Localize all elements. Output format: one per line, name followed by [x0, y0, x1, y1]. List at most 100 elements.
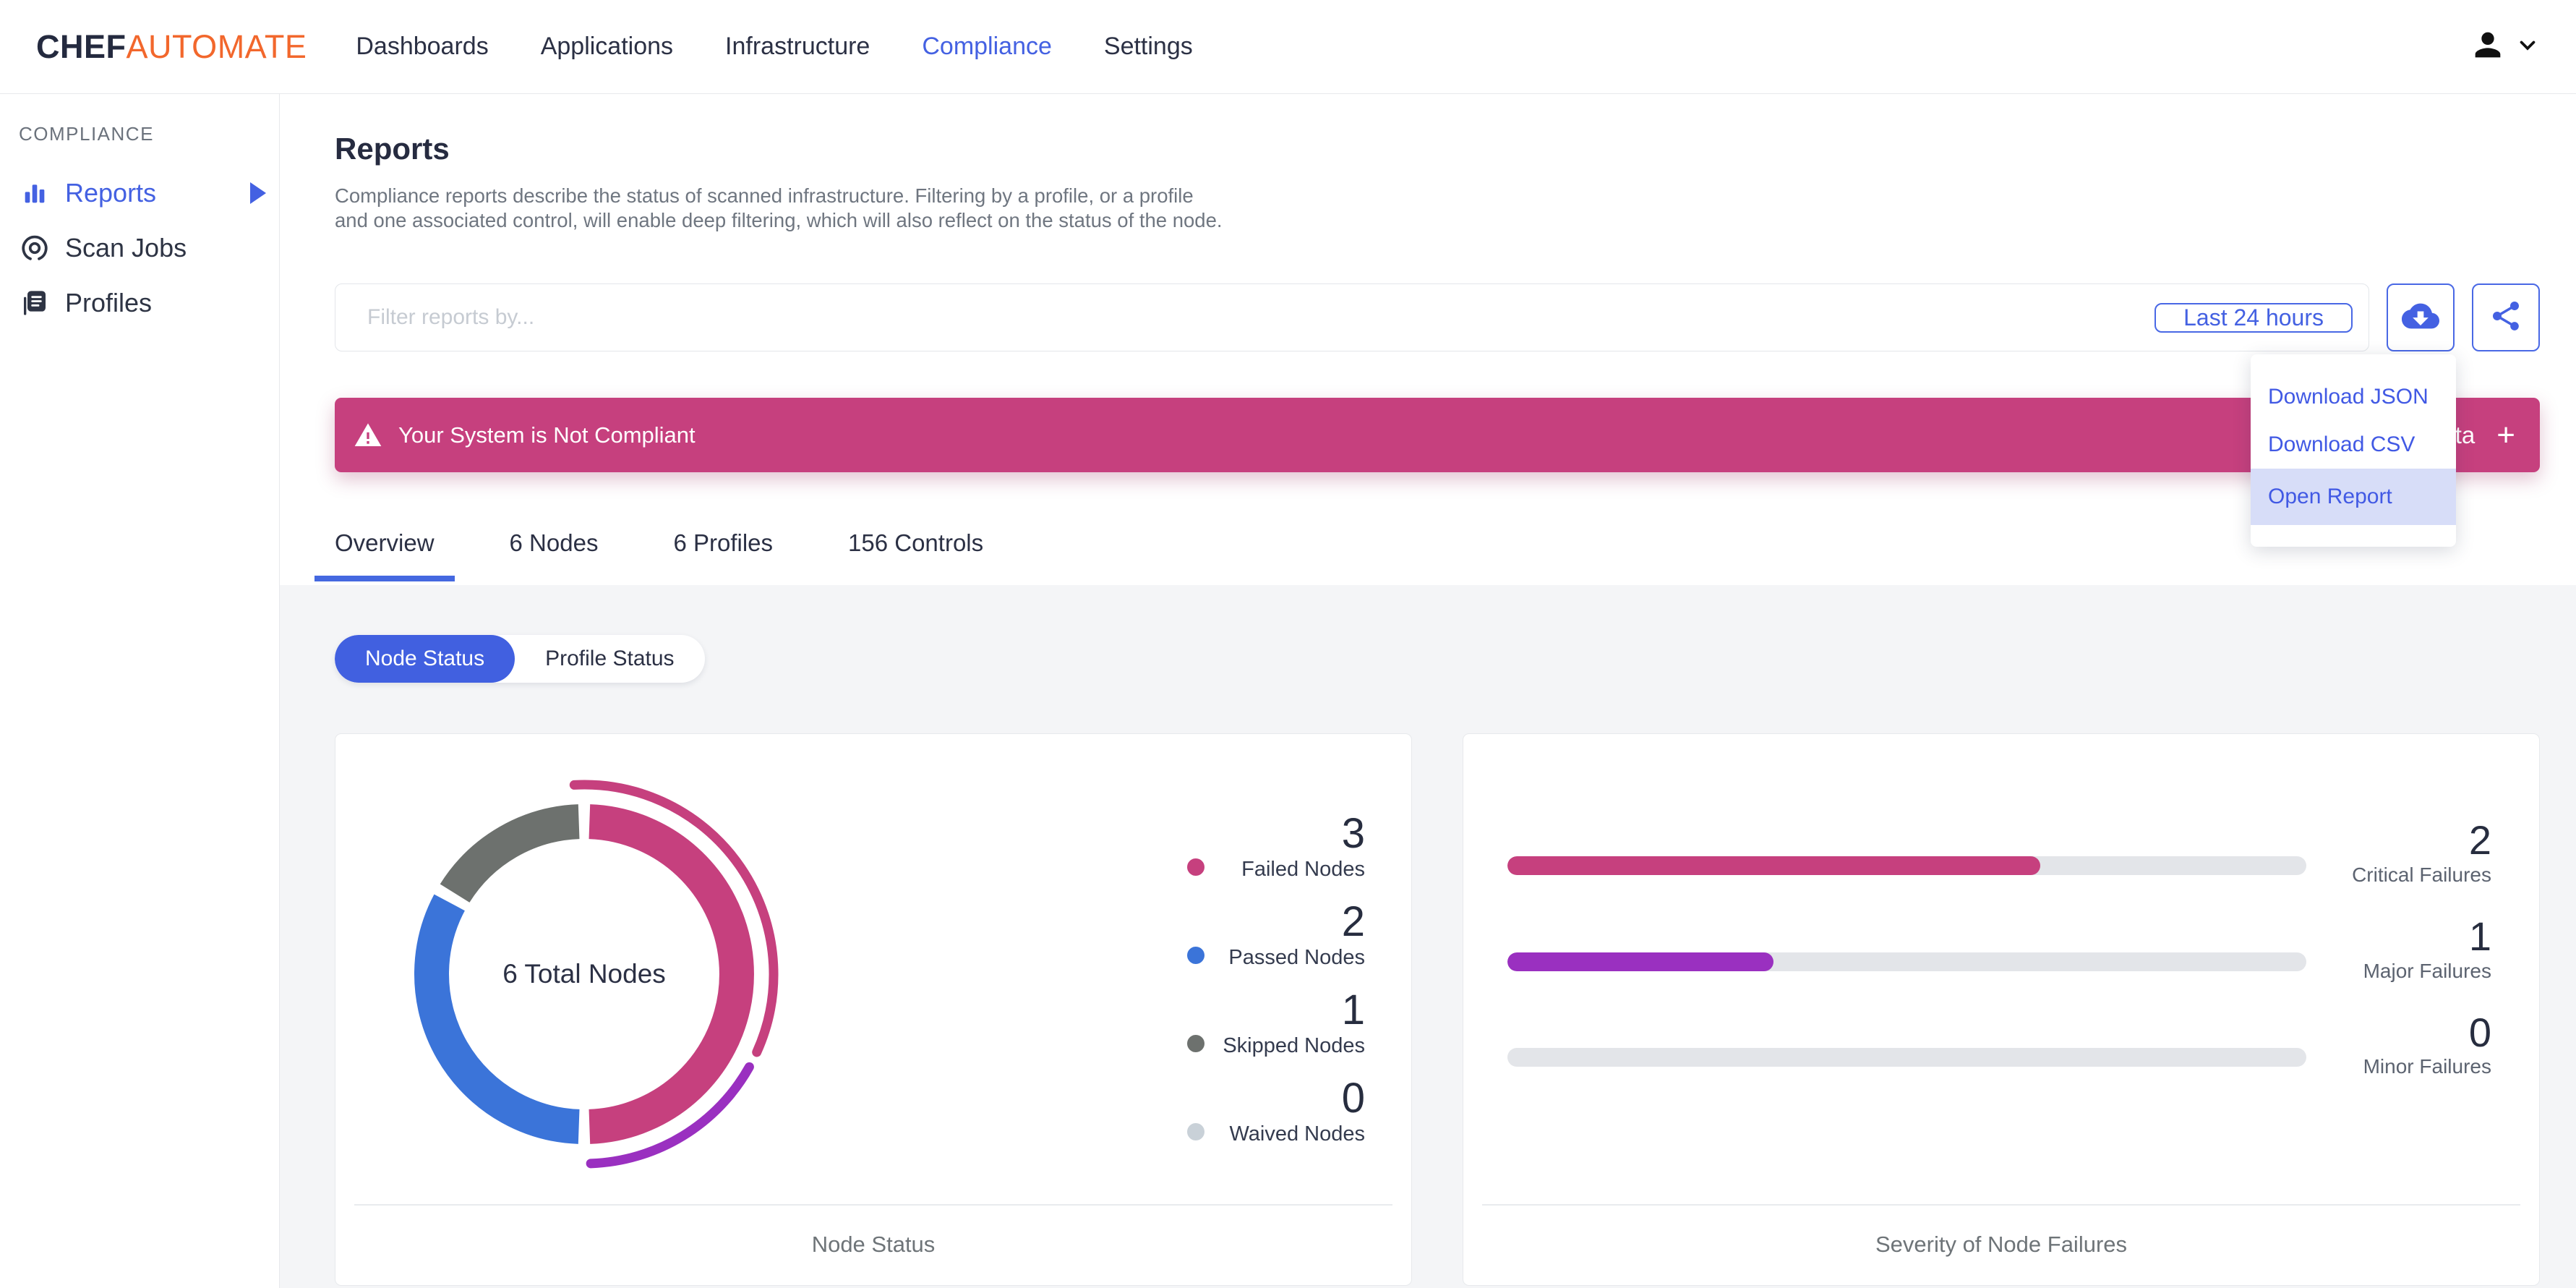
severity-label: Critical Failures [2352, 863, 2491, 886]
nav-item-settings[interactable]: Settings [1104, 33, 1193, 61]
status-toggle-group: Node Status Profile Status [335, 635, 705, 683]
severity-card-title: Severity of Node Failures [1875, 1232, 2128, 1257]
toggle-profile-status[interactable]: Profile Status [515, 635, 704, 683]
menu-item-download-csv[interactable]: Download CSV [2251, 421, 2456, 469]
legend-dot-icon [1187, 1122, 1204, 1140]
menu-item-download-json[interactable]: Download JSON [2251, 373, 2456, 421]
chevron-down-icon [2515, 33, 2540, 61]
share-icon [2489, 299, 2523, 337]
banner-right-actions: ta + [2455, 398, 2515, 472]
severity-bar-track [1507, 1048, 2306, 1067]
download-dropdown-menu: Download JSON Download CSV Open Report [2251, 354, 2456, 547]
legend-label: Skipped Nodes [1223, 1033, 1365, 1057]
severity-text: 1 Major Failures [2332, 913, 2491, 983]
not-compliant-banner: Your System is Not Compliant ta + [335, 398, 2540, 472]
donut-center-label: 6 Total Nodes [502, 959, 666, 989]
legend-item-waived-nodes: 0 Waived Nodes [1187, 1074, 1365, 1146]
sidebar-item-reports[interactable]: Reports [0, 166, 279, 221]
page-title: Reports [335, 132, 450, 166]
user-menu-button[interactable] [2469, 26, 2540, 67]
severity-value: 0 [2468, 1009, 2491, 1055]
severity-card: 2 Critical Failures 1 Major Failures 0 Minor … [1463, 733, 2540, 1286]
severity-bar-area [1507, 952, 2306, 983]
time-range-button[interactable]: Last 24 hours [2154, 302, 2353, 333]
main-content: Reports Compliance reports describe the … [280, 94, 2576, 1288]
severity-text: 0 Minor Failures [2332, 1009, 2491, 1079]
severity-label: Minor Failures [2363, 1055, 2491, 1078]
legend-dot-icon [1187, 1034, 1204, 1052]
severity-row-minor-failures: 0 Minor Failures [1507, 1009, 2491, 1079]
toggle-node-status[interactable]: Node Status [335, 635, 515, 683]
severity-bar-track [1507, 952, 2306, 971]
filter-box: Last 24 hours [335, 283, 2369, 351]
tab-6-nodes[interactable]: 6 Nodes [489, 507, 619, 581]
legend-item-passed-nodes: 2 Passed Nodes [1187, 900, 1365, 970]
severity-bar-area [1507, 856, 2306, 887]
node-status-card: 6 Total Nodes 3 Failed Nodes 2 Passed Nodes… [335, 733, 1412, 1286]
filter-row: Last 24 hours [335, 283, 2540, 351]
top-nav: Dashboards Applications Infrastructure Comp… [356, 33, 1192, 61]
download-button[interactable] [2387, 283, 2455, 351]
node-status-legend: 3 Failed Nodes 2 Passed Nodes 1 Skipped Nodes… [1187, 810, 1365, 1146]
severity-value: 2 [2468, 817, 2491, 863]
tab-156-controls[interactable]: 156 Controls [828, 507, 1004, 581]
severity-card-footer: Severity of Node Failures [1463, 1204, 2539, 1285]
severity-text: 2 Critical Failures [2332, 819, 2491, 887]
severity-bar-fill [1507, 952, 1773, 971]
logo-automate: AUTOMATE [126, 27, 307, 65]
node-status-card-title: Node Status [811, 1232, 936, 1257]
severity-row-major-failures: 1 Major Failures [1507, 913, 2491, 983]
nav-item-infrastructure[interactable]: Infrastructure [725, 33, 870, 61]
scan-target-icon [19, 233, 51, 263]
sidebar-item-label: Scan Jobs [65, 233, 187, 263]
sidebar-section-label: COMPLIANCE [19, 123, 154, 145]
node-status-donut-chart: 6 Total Nodes [367, 757, 801, 1191]
tab-overview[interactable]: Overview [314, 507, 455, 581]
bar-chart-icon [19, 179, 51, 208]
legend-text: 0 Waived Nodes [1220, 1074, 1365, 1146]
severity-bar-area [1507, 1048, 2306, 1078]
legend-value: 3 [1341, 810, 1365, 857]
legend-label: Waived Nodes [1229, 1122, 1365, 1146]
legend-item-skipped-nodes: 1 Skipped Nodes [1187, 986, 1365, 1058]
legend-label: Passed Nodes [1228, 945, 1365, 969]
compliance-sidebar: COMPLIANCE Reports Scan Jobs Profiles [0, 94, 280, 1288]
banner-partial-text: ta [2455, 421, 2476, 448]
banner-message: Your System is Not Compliant [398, 422, 696, 448]
sidebar-item-profiles[interactable]: Profiles [0, 276, 279, 330]
severity-row-critical-failures: 2 Critical Failures [1507, 819, 2491, 887]
nav-item-applications[interactable]: Applications [541, 33, 673, 61]
profiles-icon [19, 289, 51, 317]
severity-value: 1 [2468, 913, 2491, 959]
app-header: CHEF AUTOMATE Dashboards Applications Infra… [0, 0, 2576, 94]
banner-add-button[interactable]: + [2496, 419, 2515, 451]
share-button[interactable] [2472, 283, 2540, 351]
nav-item-dashboards[interactable]: Dashboards [356, 33, 488, 61]
legend-value: 1 [1341, 986, 1365, 1033]
user-avatar-icon [2469, 26, 2507, 67]
severity-bar-fill [1507, 856, 2041, 875]
severity-label: Major Failures [2363, 959, 2491, 982]
page-description: Compliance reports describe the status o… [335, 184, 1223, 231]
submenu-caret-icon [250, 182, 266, 204]
legend-text: 3 Failed Nodes [1220, 810, 1365, 882]
sidebar-item-label: Profiles [65, 288, 153, 317]
sidebar-item-label: Reports [65, 178, 157, 208]
menu-item-open-report[interactable]: Open Report [2251, 469, 2456, 525]
warning-triangle-icon [354, 421, 382, 450]
logo-chef: CHEF [36, 27, 127, 65]
severity-bars-chart: 2 Critical Failures 1 Major Failures 0 Minor … [1507, 819, 2491, 1078]
chef-automate-logo: CHEF AUTOMATE [36, 28, 307, 66]
filter-reports-input[interactable] [367, 305, 2147, 330]
node-status-card-footer: Node Status [335, 1204, 1411, 1285]
tab-6-profiles[interactable]: 6 Profiles [653, 507, 793, 581]
severity-bar-track [1507, 856, 2306, 875]
legend-text: 1 Skipped Nodes [1220, 986, 1365, 1058]
nav-item-compliance[interactable]: Compliance [922, 33, 1052, 61]
legend-item-failed-nodes: 3 Failed Nodes [1187, 810, 1365, 882]
legend-dot-icon [1187, 946, 1204, 964]
sidebar-item-scan-jobs[interactable]: Scan Jobs [0, 221, 279, 276]
legend-value: 0 [1341, 1074, 1365, 1122]
legend-label: Failed Nodes [1241, 857, 1365, 881]
overview-section: Node Status Profile Status 6 Total Nodes … [280, 585, 2576, 1288]
